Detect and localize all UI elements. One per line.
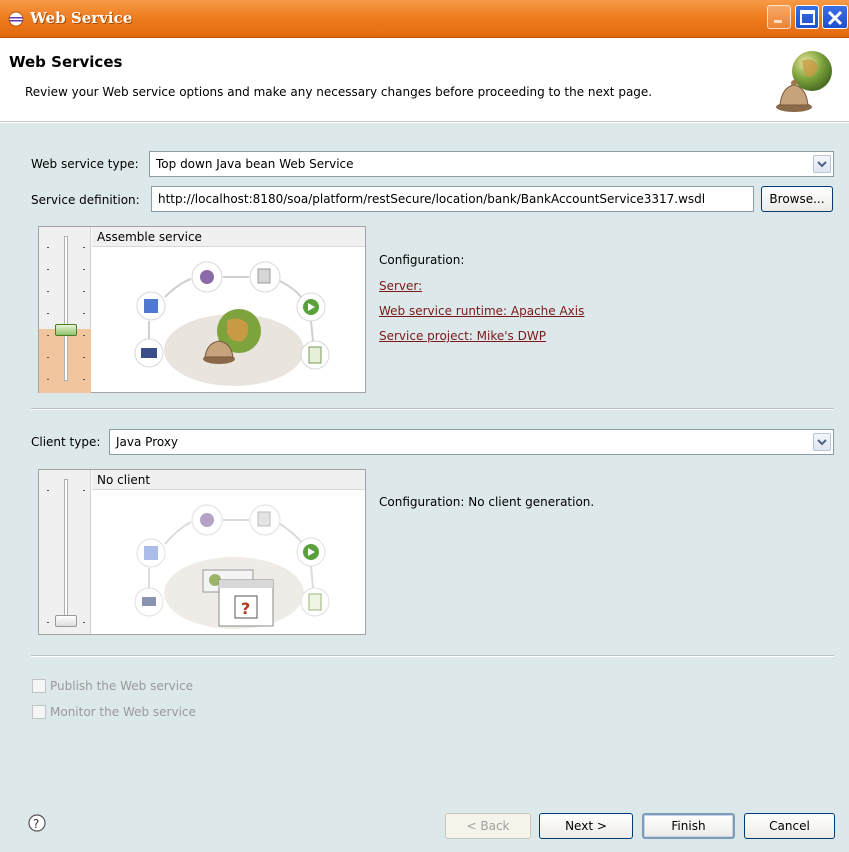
web-service-globe-bell-icon [776,51,832,112]
assemble-service-diagram [134,261,330,386]
service-definition-value: http://localhost:8180/soa/platform/restS… [158,192,706,206]
client-type-value: Java Proxy [116,435,179,449]
help-icon[interactable]: ? [28,814,46,832]
slider-thumb[interactable] [55,324,77,336]
svg-text:?: ? [33,817,39,831]
section-divider [31,408,834,410]
publish-checkbox[interactable] [32,679,46,693]
no-client-diagram: ? [134,504,330,629]
chevron-down-icon [817,161,827,168]
service-type-combo[interactable]: Top down Java bean Web Service [149,151,834,177]
service-project-link[interactable]: Service project: Mike's DWP [379,329,546,343]
service-slider-panel: Assemble service [38,226,366,393]
window-titlebar[interactable]: Web Service [0,0,849,38]
client-configuration-text: Configuration: No client generation. [379,495,595,509]
svg-text:?: ? [241,599,250,618]
monitor-label: Monitor the Web service [50,705,196,719]
service-definition-label: Service definition: [31,193,140,207]
page-description: Review your Web service options and make… [25,85,653,99]
web-service-app-icon [8,11,24,27]
publish-label: Publish the Web service [50,679,194,693]
close-icon [827,10,843,26]
slider-track [64,236,68,381]
service-type-value: Top down Java bean Web Service [156,157,354,171]
wizard-header: Web Services Review your Web service opt… [0,39,849,122]
client-level-slider[interactable] [39,470,91,634]
section-divider [31,655,834,657]
client-panel-title: No client [97,473,151,487]
client-type-dropdown-button[interactable] [813,433,831,451]
slider-thumb[interactable] [55,615,77,627]
client-panel-header: No client [92,470,365,490]
server-link[interactable]: Server: [379,279,422,293]
service-configuration-label: Configuration: [379,253,465,267]
minimize-icon [774,20,782,23]
back-button[interactable]: < Back [445,813,531,839]
close-button[interactable] [822,5,848,29]
client-type-combo[interactable]: Java Proxy [109,429,834,455]
service-panel-title: Assemble service [97,230,202,244]
next-button[interactable]: Next > [539,813,633,839]
cancel-button[interactable]: Cancel [744,813,835,839]
service-type-dropdown-button[interactable] [813,155,831,173]
browse-button[interactable]: Browse... [761,186,833,212]
client-type-label: Client type: [31,435,101,449]
service-level-slider[interactable] [39,227,91,393]
minimize-button[interactable] [767,5,791,29]
chevron-down-icon [817,439,827,446]
monitor-checkbox[interactable] [32,705,46,719]
client-slider-panel: No client ? [38,469,366,635]
service-panel-header: Assemble service [92,227,365,247]
maximize-button[interactable] [795,5,819,29]
maximize-icon [800,10,815,25]
service-definition-input[interactable]: http://localhost:8180/soa/platform/restS… [151,186,754,212]
page-title: Web Services [9,53,123,71]
slider-track [64,479,68,624]
finish-button[interactable]: Finish [642,813,735,839]
window-title: Web Service [30,9,133,27]
service-type-label: Web service type: [31,157,139,171]
web-service-runtime-link[interactable]: Web service runtime: Apache Axis [379,304,584,318]
wizard-body: Web service type: Top down Java bean Web… [0,123,849,852]
